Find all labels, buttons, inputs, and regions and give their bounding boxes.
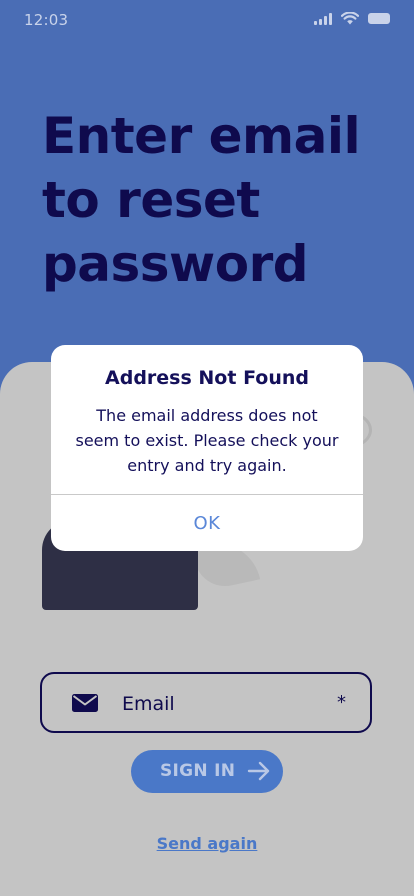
required-mark: * (337, 692, 346, 713)
envelope-icon (72, 694, 98, 712)
alert-dialog: Address Not Found The email address does… (51, 345, 363, 551)
battery-icon (368, 13, 390, 24)
status-icons (314, 12, 390, 25)
wifi-icon (341, 12, 359, 25)
dialog-message: The email address does not seem to exist… (75, 406, 339, 475)
email-placeholder: Email (122, 693, 175, 715)
arrow-right-icon (247, 761, 270, 781)
status-bar: 12:03 (0, 0, 414, 40)
sign-in-button[interactable]: SIGN IN (131, 750, 283, 793)
reset-password-screen: 12:03 Enter email to reset password Emai… (0, 0, 414, 896)
email-field[interactable]: Email * (40, 672, 372, 733)
status-time: 12:03 (24, 11, 69, 29)
page-title: Enter email to reset password (42, 107, 361, 293)
sign-in-label: SIGN IN (160, 761, 236, 781)
ok-button[interactable]: OK (51, 495, 363, 551)
dialog-title: Address Not Found (105, 367, 309, 389)
signal-icon (314, 12, 332, 25)
send-again-link[interactable]: Send again (0, 834, 414, 853)
